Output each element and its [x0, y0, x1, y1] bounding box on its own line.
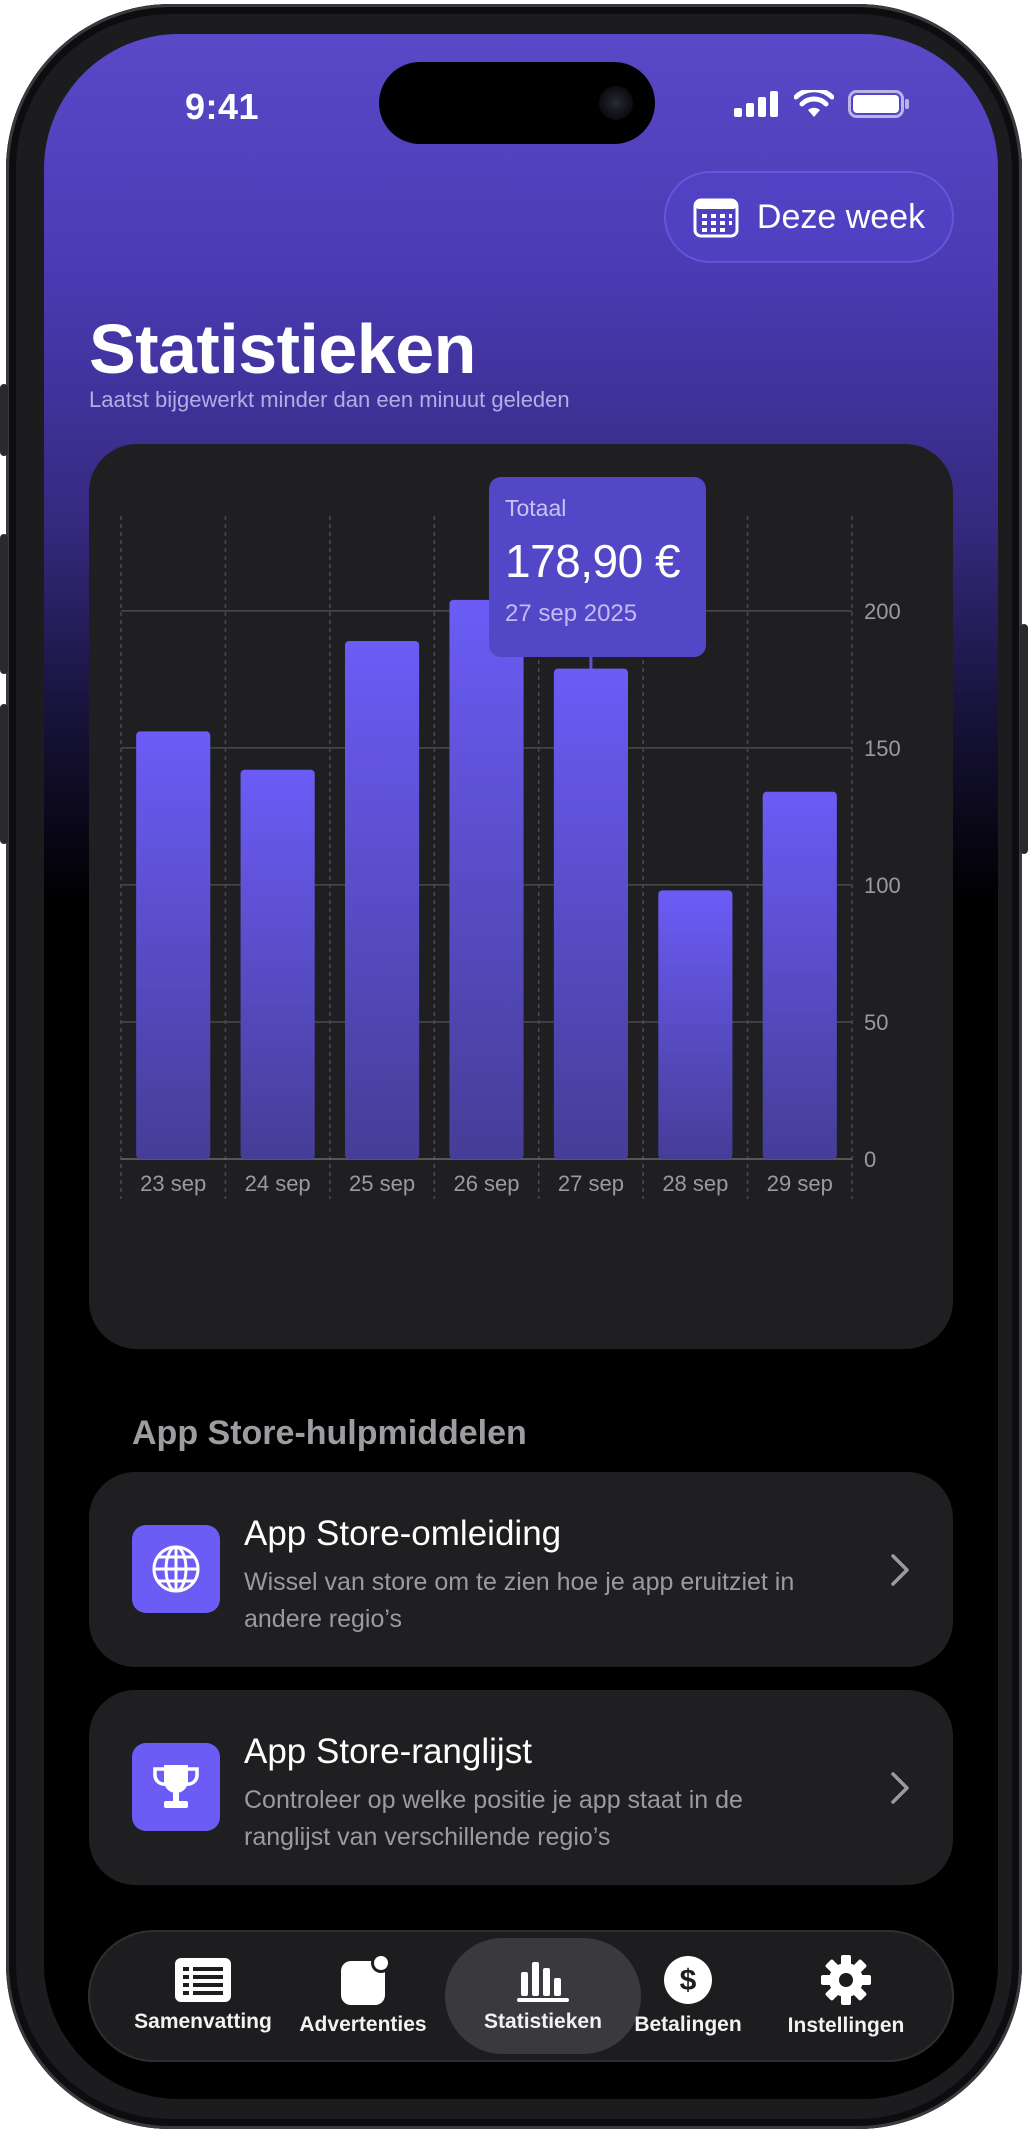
y-tick-label: 150	[864, 736, 901, 761]
date-range-label: Deze week	[756, 197, 926, 236]
tab-label: Advertenties	[299, 2013, 427, 2036]
revenue-chart-card: 0 50 100 150 200 23 sep 24 sep 25 sep 26 sep 27 s…	[89, 444, 953, 1349]
y-tick-label: 50	[864, 1010, 888, 1035]
signal-icon	[734, 91, 778, 117]
volume-up-button	[0, 534, 8, 674]
tool-description: Wissel van store om te zien hoe je app e…	[244, 1568, 795, 1633]
list-icon	[175, 1958, 231, 2002]
last-updated-text: Laatst bijgewerkt minder dan een minuut …	[89, 387, 570, 412]
silent-switch	[0, 384, 8, 456]
svg-text:$: $	[680, 1964, 697, 1997]
chevron-right-icon	[891, 1554, 909, 1586]
chart-bar	[553, 668, 629, 1159]
chart-bar	[762, 791, 837, 1159]
tab-label: Instellingen	[787, 2014, 905, 2037]
x-tick-label: 27 sep	[558, 1171, 624, 1196]
x-tick-label: 29 sep	[767, 1171, 833, 1196]
tab-betalingen[interactable]: $ Betalingen	[598, 1930, 778, 2062]
x-tick-label: 24 sep	[245, 1171, 311, 1196]
calendar-icon	[693, 198, 739, 238]
y-tick-label: 200	[864, 599, 901, 624]
chart-bar	[344, 640, 420, 1159]
screen: 9:41 Deze week Statistieken Laatst bijge…	[44, 34, 998, 2099]
app-badge-icon	[341, 1955, 391, 2005]
dynamic-island	[379, 62, 655, 144]
x-tick-label: 28 sep	[662, 1171, 728, 1196]
dollar-icon: $	[664, 1956, 712, 2004]
tool-title: App Store-omleiding	[244, 1514, 562, 1553]
volume-down-button	[0, 704, 8, 844]
section-title-tools: App Store-hulpmiddelen	[132, 1414, 527, 1452]
x-tick-label: 23 sep	[140, 1171, 206, 1196]
tab-instellingen[interactable]: Instellingen	[758, 1930, 934, 2062]
bar-chart-icon	[517, 1962, 569, 2002]
tooltip-label: Totaal	[505, 495, 567, 521]
gear-icon	[821, 1955, 871, 2005]
tooltip-date: 27 sep 2025	[505, 600, 638, 627]
y-tick-label: 0	[864, 1147, 876, 1172]
tooltip-value: 178,90 €	[505, 535, 681, 587]
y-tick-label: 100	[864, 873, 901, 898]
trophy-icon	[132, 1743, 220, 1831]
x-tick-label: 25 sep	[349, 1171, 415, 1196]
power-button	[1020, 624, 1028, 854]
tab-label: Samenvatting	[134, 2010, 272, 2033]
globe-icon	[132, 1525, 220, 1613]
tool-description: Controleer op welke positie je app staat…	[244, 1786, 743, 1851]
date-range-button[interactable]: Deze week	[664, 171, 954, 263]
chart-bar	[449, 599, 524, 1159]
chevron-right-icon	[891, 1772, 909, 1804]
chart-bar	[240, 769, 315, 1159]
chart-bar	[136, 731, 211, 1159]
selection-tooltip: Totaal 178,90 € 27 sep 2025	[489, 477, 706, 657]
app-store-ranking-card[interactable]: App Store-ranglijst Controleer op welke …	[89, 1690, 953, 1885]
camera-icon	[599, 86, 633, 120]
status-time: 9:41	[185, 86, 260, 127]
tool-title: App Store-ranglijst	[244, 1732, 532, 1771]
tab-label: Statistieken	[484, 2010, 602, 2033]
battery-icon	[848, 90, 909, 118]
status-icons	[734, 90, 910, 118]
tab-bar: Samenvatting Advertenties Statistieken $…	[88, 1930, 954, 2062]
app-store-redirect-card[interactable]: App Store-omleiding Wissel van store om …	[89, 1472, 953, 1667]
phone-frame: 9:41 Deze week Statistieken Laatst bijge…	[0, 4, 1028, 2129]
wifi-icon	[794, 90, 834, 117]
tab-advertenties[interactable]: Advertenties	[268, 1930, 458, 2062]
tab-label: Betalingen	[634, 2013, 742, 2036]
x-tick-label: 26 sep	[453, 1171, 519, 1196]
page-title: Statistieken	[89, 310, 476, 388]
chart-bar	[658, 890, 733, 1159]
